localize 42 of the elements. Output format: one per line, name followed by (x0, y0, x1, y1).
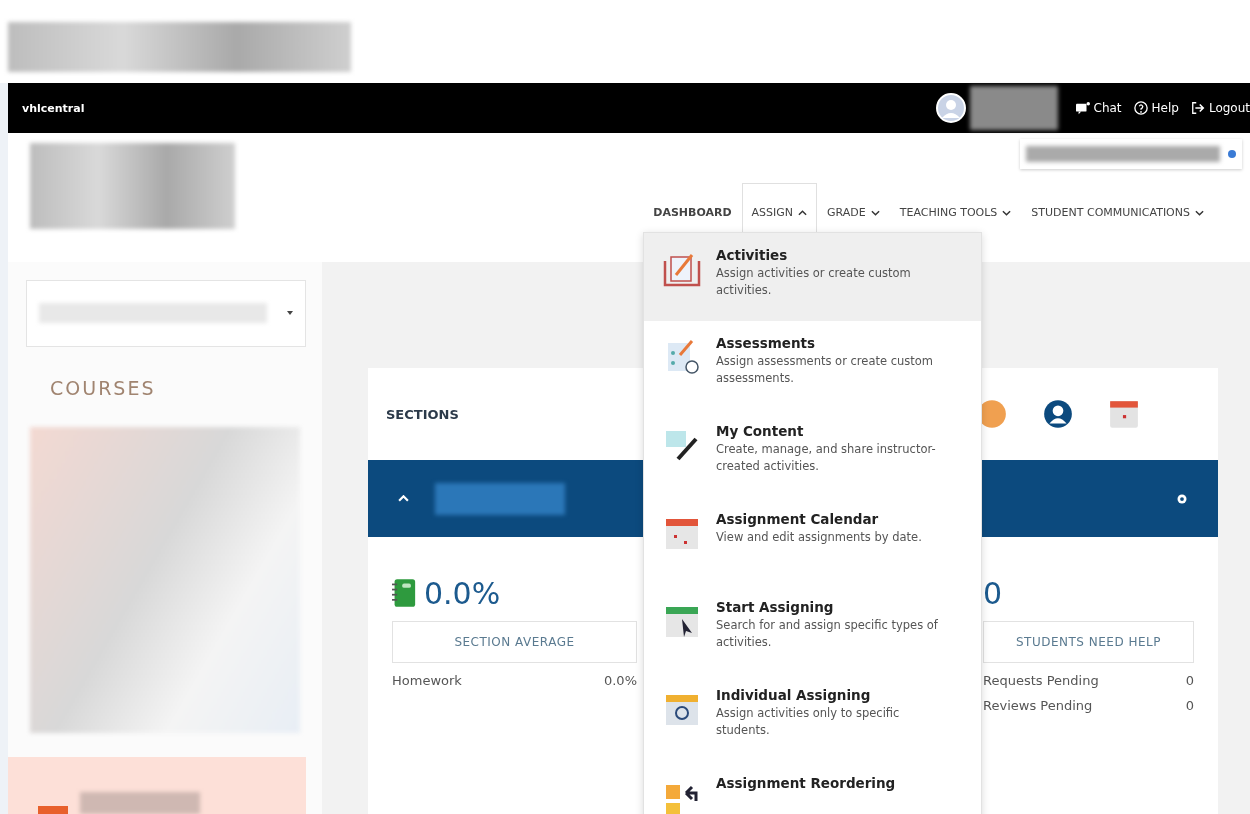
notebook-icon (392, 577, 416, 609)
chat-icon (1075, 101, 1090, 115)
help-icon (1133, 101, 1148, 115)
menu-item[interactable]: My Content Create, manage, and share instructor-created activities. (644, 409, 981, 497)
row-value: 0.0% (603, 673, 637, 688)
chevron-down-icon (1002, 209, 1012, 216)
chevron-down-icon (870, 209, 880, 216)
row-label: Reviews Pending (983, 698, 1093, 713)
nav-tab[interactable]: STUDENT COMMUNICATIONS (1021, 183, 1214, 241)
menu-item[interactable]: Start Assigning Search for and assign specific types of activities. (644, 585, 981, 673)
status-dot-icon (1228, 150, 1236, 158)
stat-value: 0.0% (424, 575, 501, 611)
logout-icon (1190, 101, 1205, 115)
chevron-down-icon (1195, 209, 1204, 216)
card-title: SECTIONS (386, 406, 459, 422)
row-label: Homework (392, 673, 462, 688)
menu-item[interactable]: Activities Assign activities or create custom activities. (644, 233, 981, 321)
calendar-icon[interactable] (1108, 398, 1140, 430)
caret-icon (287, 311, 293, 316)
stat-value: 0 (983, 575, 1003, 611)
chevron-up-icon[interactable] (398, 495, 409, 502)
course-icon (38, 806, 68, 814)
row-value: 0 (1185, 673, 1194, 688)
stat-label: SECTION AVERAGE (392, 621, 637, 663)
menu-item[interactable]: Assignment Calendar View and edit assignments by date. (644, 497, 981, 585)
menu-item[interactable]: Assignment Reordering (644, 761, 981, 814)
row-value: 0 (1185, 698, 1194, 713)
select-field[interactable] (26, 280, 306, 347)
chevron-up-icon (798, 209, 808, 216)
stat-label: STUDENTS NEED HELP (983, 621, 1194, 663)
user-icon[interactable] (1042, 398, 1074, 430)
menu-item[interactable]: Individual Assigning Assign activities only to specific students. (644, 673, 981, 761)
top-link[interactable]: Logout (1190, 101, 1250, 115)
row-label: Requests Pending (983, 673, 1099, 688)
menu-item[interactable]: Assessments Assign assessments or create custom assessments. (644, 321, 981, 409)
brand-name[interactable]: vhlcentral (22, 101, 85, 115)
avatar-icon[interactable] (935, 93, 966, 123)
top-link[interactable]: Chat (1075, 101, 1122, 115)
settings-icon[interactable] (1176, 492, 1188, 505)
section-heading: COURSES (50, 376, 157, 399)
account-selector[interactable] (1020, 139, 1242, 169)
top-link[interactable]: Help (1133, 101, 1179, 115)
